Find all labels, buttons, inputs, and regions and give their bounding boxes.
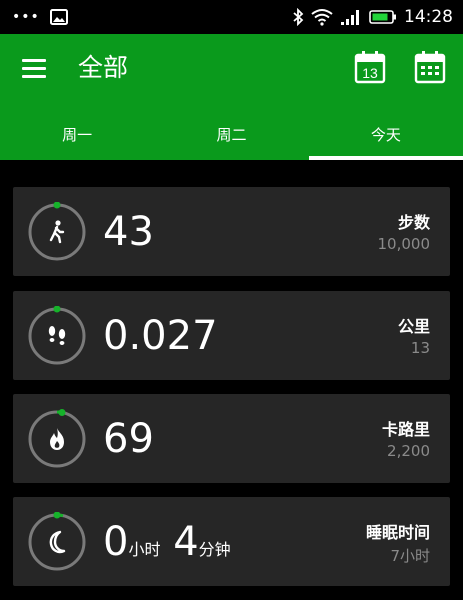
tab-today[interactable]: 今天 (309, 112, 463, 158)
calendar-month-button[interactable] (414, 50, 446, 84)
image-icon (49, 9, 68, 25)
steps-card[interactable]: 43 步数 10,000 (13, 187, 450, 276)
sleep-card[interactable]: 0小时 4分钟 睡眠时间 7小时 (13, 497, 450, 586)
distance-goal: 13 (410, 339, 430, 357)
tab-selected-indicator (309, 156, 463, 160)
sleep-minutes-unit: 分钟 (198, 540, 231, 559)
tab-tuesday[interactable]: 周二 (154, 112, 308, 158)
calories-goal: 2,200 (387, 442, 430, 460)
sleep-value: 0小时 4分钟 (103, 517, 231, 575)
distance-card[interactable]: 0.027 公里 13 (13, 291, 450, 380)
page-title: 全部 (78, 53, 129, 82)
distance-value: 0.027 (103, 313, 218, 359)
calories-card[interactable]: 69 卡路里 2,200 (13, 394, 450, 483)
calories-value: 69 (103, 416, 154, 462)
steps-goal: 10,000 (377, 235, 431, 253)
calendar-month-icon (414, 51, 446, 84)
bluetooth-icon (293, 8, 304, 26)
calories-progress-ring (27, 409, 87, 469)
distance-progress-ring (27, 306, 87, 366)
walking-person-icon (49, 220, 65, 244)
moon-icon (49, 530, 66, 554)
menu-icon (22, 59, 46, 62)
wifi-icon (311, 9, 333, 26)
distance-label: 公里 (397, 317, 430, 336)
steps-label: 步数 (397, 213, 430, 232)
sleep-hours-value: 0 (103, 519, 129, 565)
menu-button[interactable] (22, 56, 48, 82)
calendar-today-button[interactable]: 13 (354, 50, 386, 84)
sleep-hours-unit: 小时 (128, 540, 161, 559)
sleep-minutes-value: 4 (173, 519, 199, 565)
day-tabs: 周一 周二 今天 (0, 112, 463, 158)
tab-monday[interactable]: 周一 (0, 112, 154, 158)
calendar-today-date: 13 (362, 65, 378, 81)
battery-icon (369, 10, 396, 24)
more-dots-icon: ••• (12, 9, 40, 25)
calories-label: 卡路里 (381, 420, 430, 439)
calendar-today-icon: 13 (354, 51, 386, 84)
sleep-label: 睡眠时间 (365, 523, 430, 542)
clock-time: 14:28 (404, 7, 453, 27)
signal-icon (341, 10, 359, 25)
sleep-progress-ring (27, 512, 87, 572)
sleep-goal: 7小时 (390, 547, 430, 565)
steps-value: 43 (103, 209, 154, 255)
app-bar: 全部 13 周一 周二 今天 (0, 34, 463, 160)
footprints-icon (48, 326, 66, 345)
status-bar: ••• 14:28 (0, 0, 463, 34)
steps-progress-ring (27, 202, 87, 262)
flame-icon (50, 428, 64, 450)
